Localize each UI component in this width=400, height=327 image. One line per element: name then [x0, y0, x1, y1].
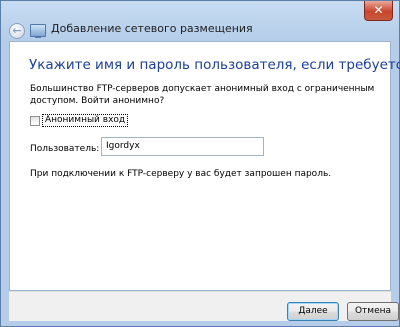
- anonymous-login-checkbox[interactable]: [30, 115, 40, 126]
- title-bar: ✕ ← Добавление сетевого размещения: [1, 1, 399, 41]
- description-text: Большинство FTP-серверов допускает анони…: [30, 84, 375, 106]
- user-label: Пользователь:: [30, 144, 100, 154]
- page-heading: Укажите имя и пароль пользователя, если …: [29, 57, 400, 73]
- close-icon: ✕: [373, 3, 384, 17]
- cancel-button[interactable]: Отмена: [347, 302, 399, 321]
- close-button[interactable]: ✕: [364, 1, 393, 21]
- anonymous-login-label[interactable]: Анонимный вход: [42, 114, 129, 127]
- back-arrow-icon: ←: [12, 24, 22, 37]
- password-info-text: При подключении к FTP-серверу у вас буде…: [30, 169, 332, 179]
- button-bar: Далее Отмена: [9, 291, 399, 321]
- content-panel: Укажите имя и пароль пользователя, если …: [9, 41, 400, 291]
- anonymous-login-option[interactable]: Анонимный вход: [30, 114, 129, 127]
- next-button[interactable]: Далее: [287, 302, 339, 321]
- back-button[interactable]: ←: [9, 23, 25, 39]
- dialog-window: ✕ ← Добавление сетевого размещения Укажи…: [0, 0, 400, 327]
- window-title: Добавление сетевого размещения: [51, 22, 253, 35]
- username-input[interactable]: Igordyx: [101, 137, 264, 156]
- network-location-icon: [30, 24, 46, 38]
